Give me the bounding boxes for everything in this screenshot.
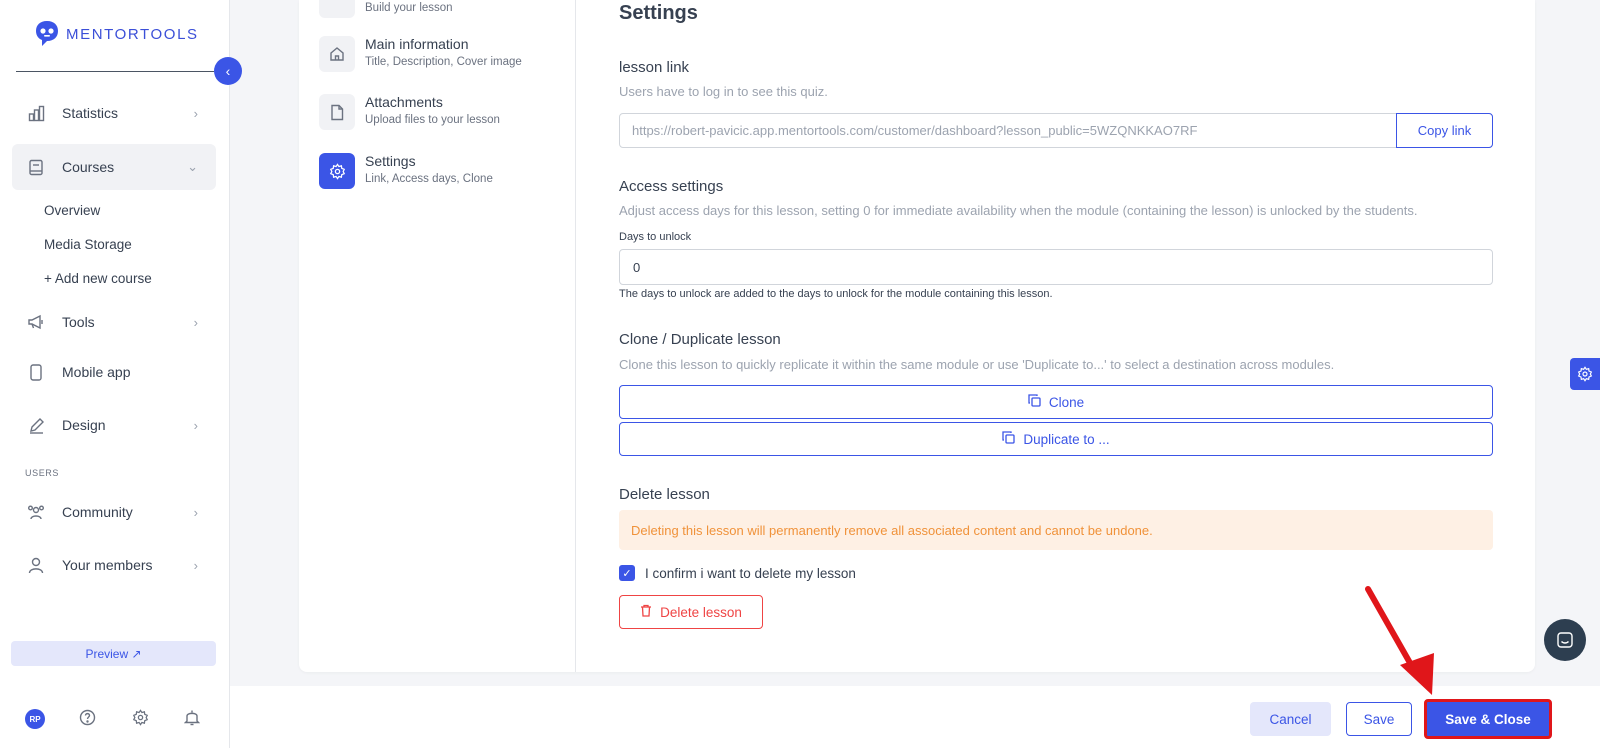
clone-button[interactable]: Clone — [619, 385, 1493, 419]
logo-icon — [36, 21, 58, 46]
lesson-steps-nav: Build your lesson Main information Title… — [299, 0, 576, 672]
logo-text: MENTORTOOLS — [66, 25, 199, 43]
gear-icon[interactable] — [130, 707, 150, 727]
build-icon — [319, 0, 355, 18]
copy-icon — [1002, 431, 1015, 447]
step-subtitle: Build your lesson — [365, 2, 453, 14]
trash-icon — [640, 604, 652, 620]
people-icon — [26, 502, 46, 522]
footer-bar: Cancel Save Save & Close — [230, 686, 1600, 748]
step-subtitle: Link, Access days, Clone — [365, 173, 493, 185]
save-and-close-button[interactable]: Save & Close — [1424, 699, 1552, 739]
step-subtitle: Upload files to your lesson — [365, 114, 500, 126]
sidebar: MENTORTOOLS Statistics › Courses ⌄ Overv… — [0, 0, 230, 748]
chevron-right-icon: › — [193, 105, 198, 121]
pencil-icon — [26, 415, 46, 435]
file-icon — [319, 94, 355, 130]
confirm-delete-row[interactable]: ✓ I confirm i want to delete my lesson — [619, 565, 856, 581]
user-icon — [26, 555, 46, 575]
chevron-right-icon: › — [193, 417, 198, 433]
step-title: Main information — [365, 36, 469, 52]
step-title: Attachments — [365, 94, 443, 110]
days-to-unlock-label: Days to unlock — [619, 231, 692, 243]
megaphone-icon — [26, 312, 46, 332]
gear-icon[interactable] — [1570, 358, 1600, 390]
sidebar-item-design[interactable]: Design › — [12, 402, 216, 448]
duplicate-to-button[interactable]: Duplicate to ... — [619, 422, 1493, 456]
sidebar-item-label: Your members — [62, 557, 153, 573]
delete-lesson-label: Delete lesson — [660, 604, 742, 620]
sidebar-item-label: Community — [62, 504, 133, 520]
page-title: Settings — [619, 2, 698, 24]
bar-chart-icon — [26, 103, 46, 123]
help-icon[interactable] — [77, 707, 97, 727]
chevron-down-icon: ⌄ — [187, 159, 198, 174]
confirm-delete-checkbox[interactable]: ✓ — [619, 565, 635, 581]
book-icon — [26, 157, 46, 177]
copy-link-button[interactable]: Copy link — [1396, 113, 1493, 148]
copy-icon — [1028, 394, 1041, 410]
confirm-delete-label: I confirm i want to delete my lesson — [645, 565, 856, 581]
lesson-link-description: Users have to log in to see this quiz. — [619, 84, 828, 99]
sidebar-item-statistics[interactable]: Statistics › — [12, 90, 216, 136]
step-build[interactable]: Build your lesson — [319, 0, 559, 22]
days-to-unlock-input[interactable]: 0 — [619, 249, 1493, 285]
step-attachments[interactable]: Attachments Upload files to your lesson — [319, 94, 559, 134]
sidebar-item-label: Mobile app — [62, 364, 131, 380]
sidebar-divider — [16, 71, 214, 72]
chat-icon[interactable] — [1544, 619, 1586, 661]
sidebar-item-mobile-app[interactable]: Mobile app — [12, 349, 216, 395]
step-subtitle: Title, Description, Cover image — [365, 56, 522, 68]
sidebar-subitem-add-course[interactable]: + Add new course — [44, 271, 152, 286]
duplicate-label: Duplicate to ... — [1023, 431, 1110, 447]
chevron-right-icon: › — [193, 504, 198, 520]
delete-lesson-button[interactable]: Delete lesson — [619, 595, 763, 629]
clone-section-description: Clone this lesson to quickly replicate i… — [619, 357, 1335, 372]
lesson-link-title: lesson link — [619, 59, 690, 76]
cancel-button[interactable]: Cancel — [1250, 702, 1331, 736]
delete-section-title: Delete lesson — [619, 486, 710, 503]
home-icon — [319, 36, 355, 72]
step-main-information[interactable]: Main information Title, Description, Cov… — [319, 36, 559, 76]
bell-icon[interactable] — [182, 707, 202, 727]
collapse-sidebar-button[interactable]: ‹ — [214, 57, 242, 85]
avatar[interactable]: RP — [25, 709, 45, 729]
chevron-right-icon: › — [193, 557, 198, 573]
lesson-link-url[interactable]: https://robert-pavicic.app.mentortools.c… — [620, 114, 1396, 147]
access-settings-description: Adjust access days for this lesson, sett… — [619, 203, 1418, 218]
sidebar-subitem-overview[interactable]: Overview — [44, 203, 100, 218]
preview-button[interactable]: Preview ↗ — [11, 641, 216, 666]
lesson-link-field: https://robert-pavicic.app.mentortools.c… — [619, 113, 1493, 148]
sidebar-item-label: Statistics — [62, 105, 119, 121]
save-button[interactable]: Save — [1346, 702, 1412, 736]
chevron-right-icon: › — [193, 314, 198, 330]
lesson-editor-panel: Build your lesson Main information Title… — [299, 0, 1535, 672]
clone-section-title: Clone / Duplicate lesson — [619, 331, 781, 348]
logo[interactable]: MENTORTOOLS — [34, 20, 199, 48]
sidebar-item-community[interactable]: Community › — [12, 489, 216, 535]
chevron-left-icon: ‹ — [225, 63, 231, 79]
clone-label: Clone — [1048, 394, 1085, 410]
phone-icon — [26, 362, 46, 382]
gear-icon — [319, 153, 355, 189]
sidebar-bottom-bar: RP — [0, 706, 230, 730]
sidebar-item-courses[interactable]: Courses ⌄ — [12, 144, 216, 190]
days-to-unlock-help: The days to unlock are added to the days… — [619, 288, 1053, 300]
sidebar-item-label: Tools — [62, 314, 95, 330]
users-section-label: USERS — [25, 468, 60, 478]
sidebar-item-label: Design — [62, 417, 106, 433]
sidebar-subitem-media-storage[interactable]: Media Storage — [44, 237, 132, 252]
sidebar-item-label: Courses — [62, 159, 115, 175]
delete-warning: Deleting this lesson will permanently re… — [619, 510, 1493, 550]
step-settings[interactable]: Settings Link, Access days, Clone — [319, 153, 559, 193]
sidebar-item-your-members[interactable]: Your members › — [12, 542, 216, 588]
sidebar-item-tools[interactable]: Tools › — [12, 299, 216, 345]
access-settings-title: Access settings — [619, 178, 724, 195]
step-title: Settings — [365, 153, 416, 169]
